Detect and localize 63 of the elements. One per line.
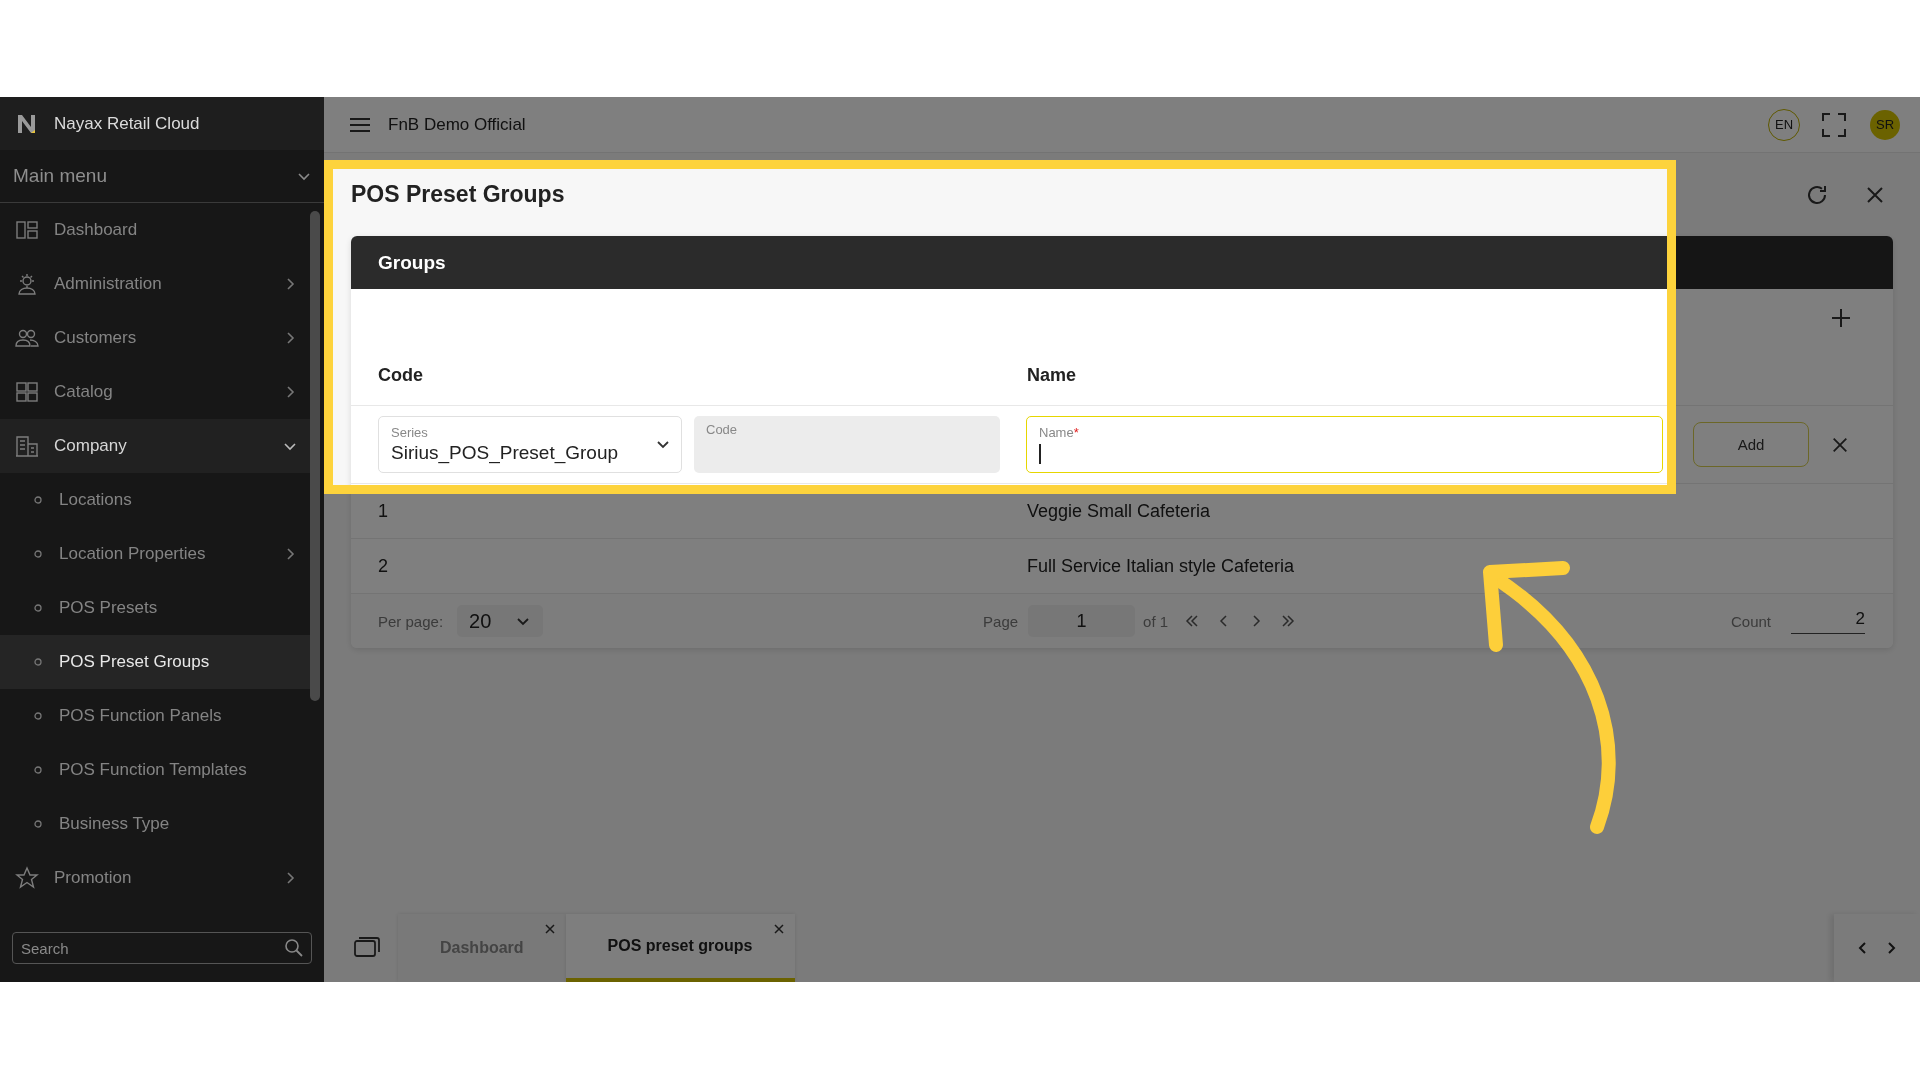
page-field[interactable]: 1 [1028,605,1136,637]
scrollbar-thumb[interactable] [310,211,320,701]
add-button[interactable]: Add [1693,422,1809,467]
table-cell-text: 1 [378,500,389,522]
menu-icon[interactable] [350,116,370,133]
sidebar-subitem[interactable]: POS Presets [0,581,310,635]
count-label: Count [1730,612,1771,630]
bullet-icon [33,603,43,613]
sidebar-subitem[interactable]: POS Preset Groups [0,635,310,689]
fullscreen-icon[interactable] [1822,112,1846,137]
sidebar-subitem[interactable]: POS Function Panels [0,689,310,743]
per-page-label: Per page: [378,612,444,630]
building-icon [15,434,39,458]
sidebar-item[interactable]: Dashboard [0,203,310,257]
bullet-icon [33,819,43,829]
dashboard-icon [15,218,39,242]
logo-icon [16,112,38,135]
bullet-icon [33,657,43,667]
table-cell-text: 2 [378,555,389,577]
last-page-icon[interactable] [1280,613,1297,629]
star-icon [15,866,39,890]
first-page-icon[interactable] [1184,613,1201,629]
code-field[interactable]: Code [694,416,1000,473]
sidebar-item[interactable]: Promotion [0,851,310,905]
grid-icon [15,380,39,404]
column-header: Code [378,365,424,386]
bullet-icon [33,711,43,721]
sidebar-item[interactable]: Company [0,419,310,473]
close-icon[interactable] [1831,435,1849,454]
column-header: Name [1027,365,1077,386]
page-count: of 1 [1143,612,1169,630]
tab[interactable]: POS preset groups [565,914,795,982]
bullet-icon [33,765,43,775]
per-page-select[interactable]: 20 [457,605,544,637]
count-field: 2 [1791,608,1865,634]
gear-person-icon [15,272,39,296]
windows-icon[interactable] [354,936,380,958]
sidebar-subitem[interactable]: Locations [0,473,310,527]
bullet-icon [33,549,43,559]
sidebar-subitem[interactable]: Business Type [0,797,310,851]
sidebar-item[interactable]: Catalog [0,365,310,419]
sidebar-item[interactable]: Customers [0,311,310,365]
sidebar-item[interactable]: Administration [0,257,310,311]
close-icon[interactable] [543,923,556,935]
search-field[interactable]: Search [12,932,312,964]
add-icon[interactable] [1831,307,1851,328]
sidebar-subitem[interactable]: Location Properties [0,527,310,581]
user-avatar[interactable]: SR [1870,109,1900,140]
main-menu-header[interactable]: Main menu [0,150,324,203]
table-cell: Veggie Small Cafeteria [1027,500,1211,522]
series-select[interactable]: Series Sirius_POS_Preset_Group [378,416,682,473]
page-title: POS Preset Groups [351,181,566,208]
table-cell: Full Service Italian style Cafeteria [1027,555,1295,577]
brand-name: Nayax Retail Cloud [54,113,200,134]
text-cursor [1039,444,1041,464]
card-title: Groups [378,251,446,274]
bullet-icon [33,495,43,505]
sidebar-subitem[interactable]: POS Function Templates [0,743,310,797]
page-label: Page [983,612,1019,630]
close-icon[interactable] [772,923,785,935]
name-field[interactable]: Name* [1026,416,1663,473]
search-icon [284,938,304,958]
company-name: FnB Demo Official [388,114,526,135]
